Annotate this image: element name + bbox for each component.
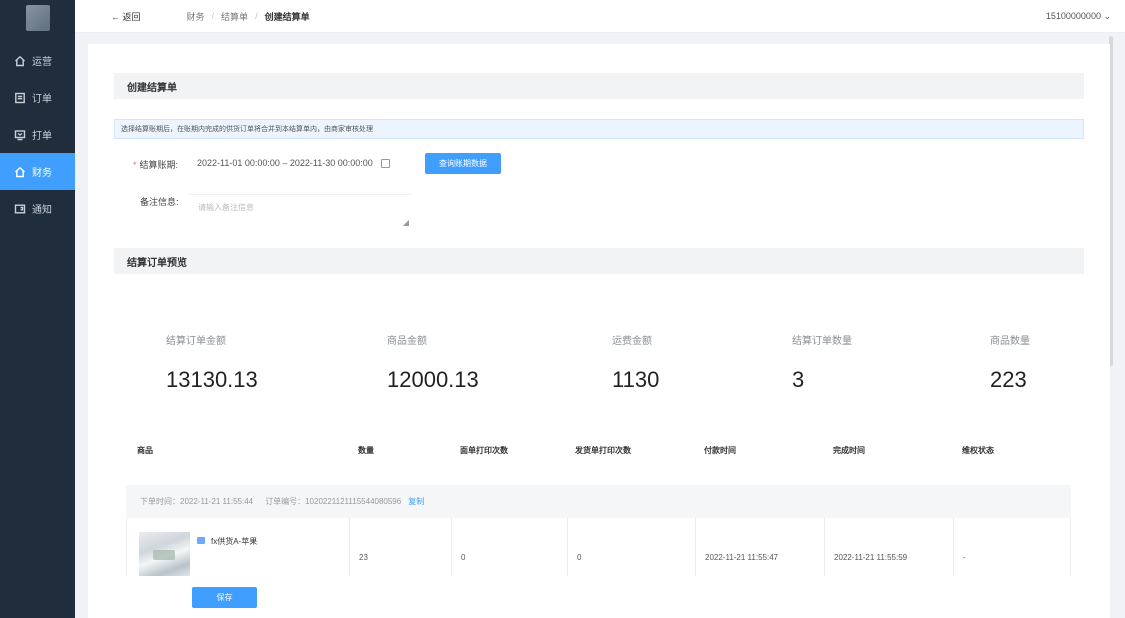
- cell-waybill-prints: 0: [461, 553, 466, 562]
- breadcrumb-settlement[interactable]: 结算单: [221, 10, 248, 23]
- cell-finish-time: 2022-11-21 11:55:59: [834, 553, 908, 562]
- stat-value: 3: [792, 367, 805, 392]
- stat-freight-amount: 运费金额 1130: [612, 332, 659, 393]
- cell-divider: [824, 518, 825, 576]
- notice-alert: 选择结算账期后，在账期内完成的供货订单将合并到本结算单内，由商家审核处理: [114, 119, 1084, 139]
- stat-label: 结算订单金额: [166, 336, 226, 347]
- cell-pay-time: 2022-11-21 11:55:47: [705, 553, 779, 562]
- remark-placeholder: 请输入备注信息: [198, 203, 254, 212]
- sidebar-item-finance[interactable]: 财务: [0, 153, 75, 190]
- sidebar-item-label: 通知: [32, 205, 52, 216]
- stat-goods-amount: 商品金额 12000.13: [387, 332, 479, 393]
- column-header-rights-status: 维权状态: [962, 446, 994, 455]
- stat-value: 1130: [612, 367, 660, 392]
- required-mark: *: [133, 160, 137, 170]
- cell-divider: [349, 518, 350, 576]
- sidebar-item-label: 运营: [32, 57, 52, 68]
- sidebar-item-notifications[interactable]: 通知: [0, 190, 75, 227]
- stat-label: 运费金额: [612, 336, 652, 347]
- cell-invoice-prints: 0: [577, 553, 582, 562]
- query-period-button[interactable]: 查询账期数据: [425, 153, 501, 174]
- sidebar-item-label: 财务: [32, 168, 52, 179]
- table-row: fx供货A-苹果 23 0 0 2022-11-21 11:55:47 2022…: [126, 518, 1071, 576]
- cell-divider: [695, 518, 696, 576]
- back-link[interactable]: ← 返回: [111, 10, 141, 23]
- breadcrumb-current: 创建结算单: [264, 11, 310, 22]
- top-bar: ← 返回 财务 / 结算单 / 创建结算单 15100000000 ⌄: [75, 0, 1125, 33]
- cell-divider: [953, 518, 954, 576]
- breadcrumb-separator: /: [211, 11, 215, 21]
- breadcrumb-finance[interactable]: 财务: [187, 10, 205, 23]
- column-header-finish-time: 完成时间: [833, 446, 865, 455]
- sidebar-item-label: 订单: [32, 94, 52, 105]
- order-header: 下单时间：2022-11-21 11:55:44 订单编号：1020221121…: [126, 485, 1071, 518]
- period-label: * 结算账期:: [133, 160, 179, 170]
- sidebar-item-print[interactable]: 打单: [0, 116, 75, 153]
- sidebar: 运营 订单 打单 财务 通知: [0, 0, 75, 618]
- period-value: 2022-11-01 00:00:00 – 2022-11-30 00:00:0…: [197, 158, 373, 168]
- cell-divider: [567, 518, 568, 576]
- home-icon: [14, 55, 26, 67]
- column-header-quantity: 数量: [358, 446, 374, 455]
- column-header-pay-time: 付款时间: [704, 446, 736, 455]
- sidebar-item-orders[interactable]: 订单: [0, 79, 75, 116]
- stat-order-count: 结算订单数量 3: [792, 332, 852, 393]
- remark-label: 备注信息:: [140, 197, 179, 207]
- printer-icon: [14, 129, 26, 141]
- cell-rights-status: -: [963, 553, 966, 562]
- column-header-product: 商品: [137, 446, 153, 455]
- order-list-icon: [14, 92, 26, 104]
- product-tag-icon: [197, 537, 205, 544]
- section-title-create: 创建结算单: [114, 73, 1084, 99]
- logo[interactable]: [0, 0, 75, 36]
- section-title-preview: 结算订单预览: [114, 248, 1084, 274]
- stat-value: 13130.13: [166, 367, 258, 392]
- stat-label: 结算订单数量: [792, 336, 852, 347]
- breadcrumb-separator: /: [255, 11, 258, 21]
- order-number: 订单编号：10202211211155440805​96: [265, 497, 402, 506]
- logo-image: [25, 5, 50, 31]
- sidebar-item-label: 打单: [32, 131, 52, 142]
- column-header-waybill-prints: 面单打印次数: [460, 446, 508, 455]
- notification-icon: [14, 203, 26, 215]
- column-header-invoice-prints: 发货单打印次数: [575, 446, 631, 455]
- sidebar-nav: 运营 订单 打单 财务 通知: [0, 42, 75, 227]
- copy-link[interactable]: 复制: [408, 496, 424, 507]
- stat-goods-count: 商品数量 223: [990, 332, 1030, 393]
- cell-quantity: 23: [359, 553, 368, 562]
- main-card: 创建结算单 选择结算账期后，在账期内完成的供货订单将合并到本结算单内，由商家审核…: [88, 44, 1110, 618]
- home-icon: [14, 166, 26, 178]
- product-thumbnail[interactable]: [139, 532, 190, 576]
- stat-value: 223: [990, 367, 1027, 392]
- product-name[interactable]: fx供货A-苹果: [211, 536, 257, 547]
- save-button[interactable]: 保存: [192, 587, 257, 608]
- order-time: 下单时间：2022-11-21 11:55:44: [140, 497, 254, 506]
- resize-handle-icon[interactable]: ◢: [403, 218, 409, 227]
- calendar-icon: [380, 158, 390, 168]
- stat-label: 商品金额: [387, 336, 427, 347]
- breadcrumb: 财务 / 结算单 / 创建结算单: [187, 10, 310, 23]
- sidebar-item-operations[interactable]: 运营: [0, 42, 75, 79]
- user-menu[interactable]: 15100000000 ⌄: [1046, 11, 1111, 22]
- cell-divider: [451, 518, 452, 576]
- stat-value: 12000.13: [387, 367, 479, 392]
- stat-label: 商品数量: [990, 336, 1030, 347]
- period-date-picker[interactable]: 2022-11-01 00:00:00 – 2022-11-30 00:00:0…: [197, 158, 390, 168]
- remark-input[interactable]: 请输入备注信息 ◢: [188, 194, 412, 229]
- stat-settlement-amount: 结算订单金额 13130.13: [166, 332, 258, 393]
